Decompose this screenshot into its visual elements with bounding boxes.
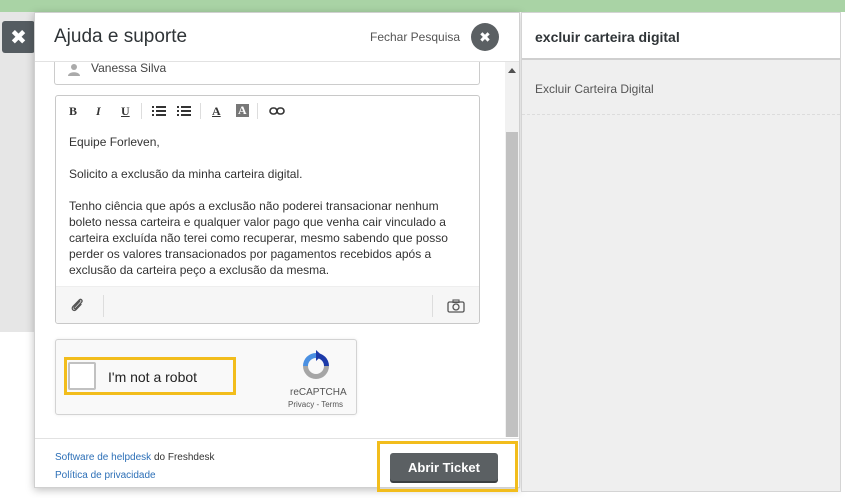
- message-paragraph: Equipe Forleven,: [69, 135, 160, 149]
- editor-toolbar: B I U A A: [56, 96, 479, 126]
- toolbar-divider: [257, 103, 258, 119]
- recaptcha-brand: reCAPTCHA: [290, 387, 347, 398]
- underline-icon[interactable]: U: [121, 104, 130, 119]
- recaptcha-label: I'm not a robot: [108, 369, 198, 385]
- widget-footer: Software de helpdesk do Freshdesk Políti…: [35, 438, 519, 492]
- bold-icon[interactable]: B: [69, 104, 77, 119]
- link-icon[interactable]: [269, 107, 285, 116]
- recaptcha-widget: I'm not a robot reCAPTCHA Privacy - Term…: [55, 339, 357, 415]
- close-icon: ✖: [10, 26, 27, 49]
- attachments-divider: [432, 295, 433, 317]
- scrollbar-thumb[interactable]: [506, 132, 518, 437]
- helpdesk-software-link[interactable]: Software de helpdesk: [55, 452, 151, 463]
- name-value: Vanessa Silva: [91, 62, 167, 75]
- name-field[interactable]: Vanessa Silva: [54, 62, 480, 85]
- search-results-header: excluir carteira digital: [522, 13, 840, 60]
- close-icon: ✖: [479, 28, 491, 45]
- message-paragraph: Tenho ciência que após a exclusão não po…: [69, 199, 448, 277]
- font-color-icon[interactable]: A: [212, 104, 221, 119]
- recaptcha-privacy-link[interactable]: Privacy: [288, 400, 314, 409]
- help-widget: Ajuda e suporte Fechar Pesquisa ✖ Vaness…: [34, 12, 520, 492]
- background-color-icon[interactable]: A: [236, 104, 249, 117]
- submit-highlight: Abrir Ticket: [377, 441, 518, 492]
- toolbar-divider: [141, 103, 142, 119]
- attachments-divider: [103, 295, 104, 317]
- person-icon: [68, 64, 80, 76]
- scroll-up-icon[interactable]: [508, 68, 516, 73]
- open-ticket-button[interactable]: Abrir Ticket: [390, 453, 498, 481]
- close-search-link[interactable]: Fechar Pesquisa: [370, 30, 460, 44]
- search-result-item[interactable]: Excluir Carteira Digital: [522, 70, 840, 115]
- recaptcha-terms: Privacy - Terms: [288, 400, 343, 409]
- bullet-list-icon[interactable]: [152, 106, 166, 116]
- background-close-button[interactable]: ✖: [2, 21, 35, 53]
- paperclip-icon[interactable]: [70, 297, 84, 313]
- privacy-policy-link[interactable]: Política de privacidade: [55, 470, 156, 481]
- numbered-list-icon[interactable]: [177, 106, 191, 116]
- toolbar-divider: [200, 103, 201, 119]
- widget-header: Ajuda e suporte Fechar Pesquisa ✖: [35, 13, 519, 62]
- message-text[interactable]: Equipe Forleven, Solicito a exclusão da …: [69, 134, 469, 278]
- search-results-panel: excluir carteira digital Excluir Carteir…: [521, 12, 841, 492]
- message-editor[interactable]: B I U A A Equipe Forleven, Solicito a ex…: [55, 95, 480, 324]
- background-top-bar: [0, 0, 845, 12]
- widget-title: Ajuda e suporte: [54, 26, 188, 47]
- search-query-title: excluir carteira digital: [535, 29, 680, 45]
- message-paragraph: Solicito a exclusão da minha carteira di…: [69, 167, 303, 181]
- ticket-form: Vanessa Silva B I U A A Equipe Forleven,…: [35, 62, 505, 437]
- powered-by-suffix: do Freshdesk: [151, 452, 215, 463]
- form-scrollbar[interactable]: [505, 62, 519, 437]
- editor-attachments-bar: [56, 286, 479, 323]
- recaptcha-logo-icon: [303, 350, 329, 379]
- recaptcha-checkbox[interactable]: [68, 362, 96, 390]
- recaptcha-terms-link[interactable]: Terms: [321, 400, 343, 409]
- search-result-title[interactable]: Excluir Carteira Digital: [535, 82, 654, 96]
- italic-icon[interactable]: I: [96, 104, 101, 119]
- close-widget-button[interactable]: ✖: [471, 23, 499, 51]
- camera-icon[interactable]: [447, 299, 465, 313]
- powered-by: Software de helpdesk do Freshdesk: [55, 452, 215, 463]
